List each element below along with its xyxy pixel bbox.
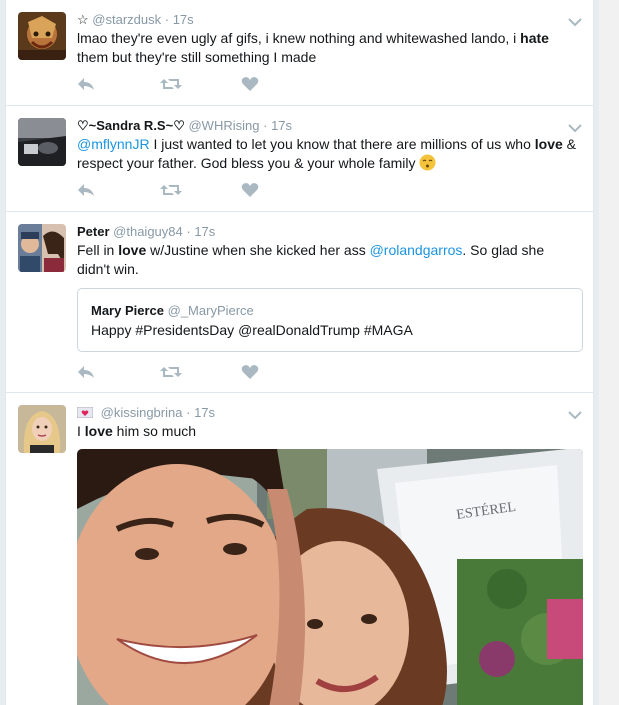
username[interactable]: @starzdusk	[92, 12, 161, 27]
separator: ·	[186, 405, 191, 420]
timestamp[interactable]: 17s	[194, 405, 215, 420]
quoted-tweet[interactable]: Mary Pierce @_MaryPierce Happy #Presiden…	[77, 288, 583, 352]
scrollbar[interactable]	[599, 0, 619, 705]
timeline: ☆ @starzdusk · 17s lmao they're even ugl…	[5, 0, 594, 705]
tweet-actions	[77, 76, 327, 96]
username[interactable]: @kissingbrina	[101, 405, 183, 420]
tweet-header: Peter @thaiguy84 · 17s	[77, 224, 215, 239]
tweet-text: lmao they're even ugly af gifs, i knew n…	[77, 30, 549, 65]
timestamp[interactable]: 17s	[194, 224, 215, 239]
tweet-header: ♡~Sandra R.S~♡ @WHRising · 17s	[77, 118, 292, 134]
star-icon: ☆	[77, 12, 89, 27]
retweet-icon[interactable]	[160, 76, 182, 94]
tweet-header: @kissingbrina · 17s	[76, 405, 215, 420]
love-letter-emoji	[76, 406, 94, 419]
tweet[interactable]: ☆ @starzdusk · 17s lmao they're even ugl…	[6, 0, 593, 106]
username[interactable]: @WHRising	[188, 118, 259, 133]
tweet-actions	[77, 182, 327, 202]
tweet-text: I love him so much	[77, 423, 197, 439]
separator: ·	[186, 224, 191, 239]
timestamp[interactable]: 17s	[271, 118, 292, 133]
tweet-photo[interactable]: ESTÉREL	[77, 449, 583, 705]
avatar[interactable]	[18, 118, 66, 166]
heart-icon[interactable]	[241, 76, 263, 94]
heart-icon[interactable]	[241, 364, 263, 382]
mention-link[interactable]: @rolandgarros	[370, 242, 463, 258]
tweet[interactable]: @kissingbrina · 17s I love him so much E…	[6, 393, 593, 705]
heart-icon[interactable]	[241, 182, 263, 200]
avatar[interactable]	[18, 405, 66, 453]
quoted-tweet-text: Happy #PresidentsDay @realDonaldTrump #M…	[91, 322, 413, 338]
avatar[interactable]	[18, 12, 66, 60]
separator: ·	[263, 118, 268, 133]
quoted-tweet-header: Mary Pierce @_MaryPierce	[91, 303, 254, 318]
display-name[interactable]: ♡~Sandra R.S~♡	[77, 118, 185, 133]
chevron-down-icon[interactable]	[568, 14, 582, 27]
retweet-icon[interactable]	[160, 182, 182, 200]
kissing-face-emoji	[419, 154, 436, 176]
avatar[interactable]	[18, 224, 66, 272]
tweet-text: Fell in love w/Justine when she kicked h…	[77, 242, 545, 277]
reply-icon[interactable]	[77, 182, 99, 200]
separator: ·	[164, 12, 170, 27]
tweet-actions	[77, 364, 327, 384]
reply-icon[interactable]	[77, 364, 99, 382]
quoted-display-name: Mary Pierce	[91, 303, 164, 318]
retweet-icon[interactable]	[160, 364, 182, 382]
display-name[interactable]: Peter	[77, 224, 110, 239]
username[interactable]: @thaiguy84	[113, 224, 183, 239]
tweet[interactable]: Peter @thaiguy84 · 17s Fell in love w/Ju…	[6, 212, 593, 393]
timestamp[interactable]: 17s	[173, 12, 194, 27]
quoted-username: @_MaryPierce	[167, 303, 254, 318]
mention-link[interactable]: @mflynnJR	[77, 136, 150, 152]
chevron-down-icon[interactable]	[568, 120, 582, 133]
chevron-down-icon[interactable]	[568, 407, 582, 420]
tweet-text: @mflynnJR I just wanted to let you know …	[77, 135, 577, 176]
tweet[interactable]: ♡~Sandra R.S~♡ @WHRising · 17s @mflynnJR…	[6, 106, 593, 212]
tweet-header: ☆ @starzdusk · 17s	[77, 12, 194, 28]
reply-icon[interactable]	[77, 76, 99, 94]
